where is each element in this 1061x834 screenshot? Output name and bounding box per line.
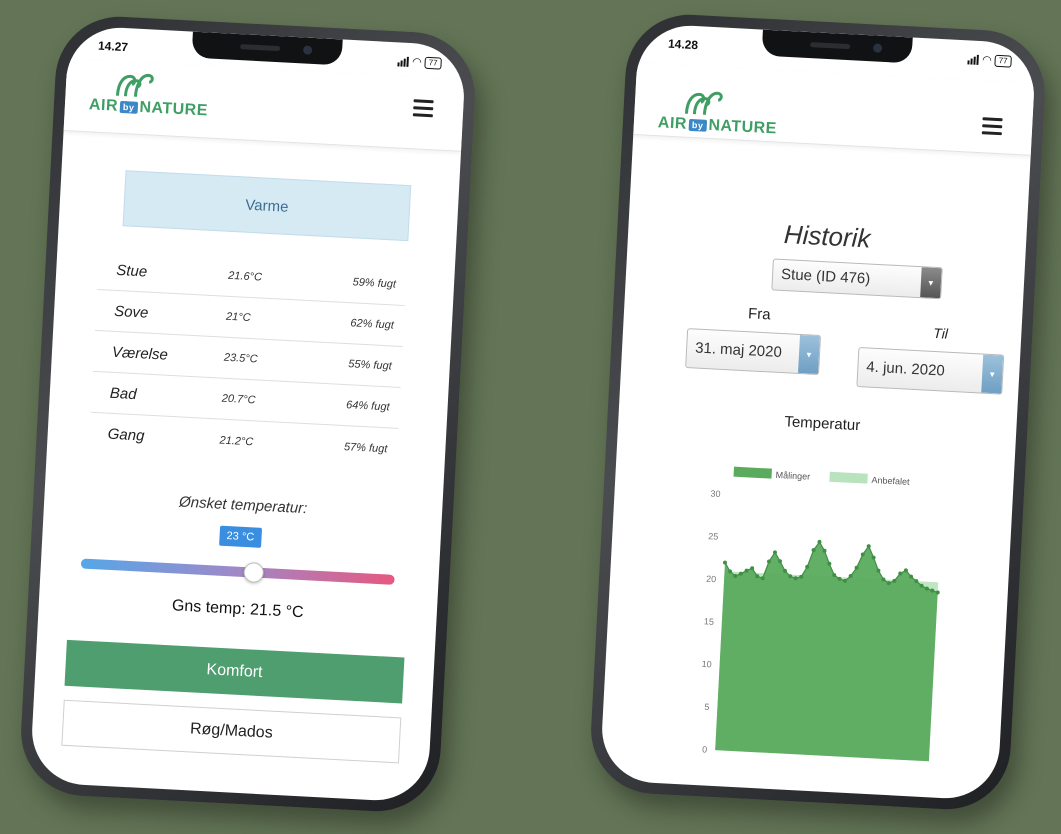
battery-icon: 77 xyxy=(424,56,442,70)
room-temp: 21°C xyxy=(225,310,251,324)
signal-icon xyxy=(967,54,980,65)
to-date-value: 4. jun. 2020 xyxy=(865,358,946,380)
fountain-logo-icon xyxy=(115,73,154,97)
phone-right: 14.28 ◠ 77 AIR by NATURE Historik Stue (… xyxy=(587,11,1049,813)
from-date-select[interactable]: 31. maj 2020 ▼ xyxy=(685,328,822,375)
chevron-down-icon: ▼ xyxy=(920,267,942,299)
room-temp: 23.5°C xyxy=(223,351,258,366)
battery-icon: 77 xyxy=(994,54,1012,68)
wifi-icon: ◠ xyxy=(411,56,423,69)
hamburger-menu-icon[interactable] xyxy=(412,99,434,121)
hamburger-menu-icon[interactable] xyxy=(981,117,1003,139)
room-name: Bad xyxy=(109,384,138,403)
to-date-select[interactable]: 4. jun. 2020 ▼ xyxy=(856,347,1005,395)
room-name: Sove xyxy=(113,302,149,322)
room-name: Værelse xyxy=(111,343,169,364)
varme-header[interactable]: Varme xyxy=(122,170,412,242)
average-temperature: Gns temp: 21.5 °C xyxy=(171,597,305,622)
room-select[interactable]: Stue (ID 476) ▼ xyxy=(771,258,943,300)
airbynature-logo[interactable]: AIR by NATURE xyxy=(88,66,209,120)
to-label: Til xyxy=(932,324,949,342)
chevron-down-icon: ▼ xyxy=(981,354,1004,394)
temperature-slider[interactable] xyxy=(80,558,395,585)
logo-air: AIR xyxy=(657,114,688,133)
logo-nature: NATURE xyxy=(707,116,778,138)
from-date-value: 31. maj 2020 xyxy=(694,339,783,362)
legend-swatch xyxy=(733,466,772,479)
logo-by: by xyxy=(119,100,138,114)
room-humidity: 55% fugt xyxy=(348,358,392,373)
chart-heading: Temperatur xyxy=(783,413,861,435)
room-select-value: Stue (ID 476) xyxy=(780,265,871,288)
status-time: 14.28 xyxy=(667,36,699,53)
airbynature-logo[interactable]: AIR by NATURE xyxy=(657,84,778,138)
chevron-down-icon: ▼ xyxy=(798,334,820,374)
temperature-chart: Målinger Anbefalet 0 5 10 15 20 25 30 xyxy=(701,466,940,762)
logo-by: by xyxy=(688,118,707,132)
room-name: Stue xyxy=(115,261,148,281)
logo-nature: NATURE xyxy=(139,98,209,120)
legend-label: Målinger xyxy=(775,470,810,482)
plot-area xyxy=(715,539,940,762)
logo-air: AIR xyxy=(88,96,119,115)
screen-right: 14.28 ◠ 77 AIR by NATURE Historik Stue (… xyxy=(599,23,1037,801)
room-humidity: 64% fugt xyxy=(345,399,390,414)
y-tick-label: 30 xyxy=(710,488,721,499)
phone-left: 14.27 ◠ 77 AIR by NATURE Varme Stue 21.6… xyxy=(17,13,479,815)
room-name: Gang xyxy=(107,425,145,445)
y-tick-label: 0 xyxy=(702,744,708,754)
y-tick-label: 25 xyxy=(708,531,719,542)
fountain-logo-icon xyxy=(684,91,723,115)
signal-icon xyxy=(397,56,410,67)
room-humidity: 57% fugt xyxy=(343,440,388,455)
room-temp: 20.7°C xyxy=(221,392,256,407)
desired-temperature-label: Ønsket temperatur: xyxy=(178,493,308,518)
slider-value-badge: 23 °C xyxy=(219,525,262,548)
room-temp: 21.2°C xyxy=(219,434,254,448)
room-temp: 21.6°C xyxy=(227,269,263,284)
legend-swatch xyxy=(829,471,868,484)
app-header: AIR by NATURE xyxy=(633,63,1035,156)
page-title: Historik xyxy=(783,218,872,254)
room-humidity: 62% fugt xyxy=(350,317,395,332)
y-tick-label: 15 xyxy=(704,616,715,627)
slider-thumb[interactable] xyxy=(242,561,264,584)
y-tick-label: 5 xyxy=(704,702,710,712)
chart-legend: Målinger Anbefalet xyxy=(733,466,910,487)
wifi-icon: ◠ xyxy=(981,54,993,67)
legend-label: Anbefalet xyxy=(871,475,910,487)
y-tick-label: 10 xyxy=(701,659,712,670)
room-humidity: 59% fugt xyxy=(352,276,397,291)
rooms-table: Stue 21.6°C 59% fugt Sove 21°C 62% fugt … xyxy=(89,248,408,470)
screen-left: 14.27 ◠ 77 AIR by NATURE Varme Stue 21.6… xyxy=(29,25,467,803)
y-tick-label: 20 xyxy=(706,574,717,585)
status-time: 14.27 xyxy=(97,38,129,55)
komfort-button[interactable]: Komfort xyxy=(64,639,405,704)
rog-mados-button[interactable]: Røg/Mados xyxy=(61,699,402,764)
from-label: Fra xyxy=(747,305,771,324)
